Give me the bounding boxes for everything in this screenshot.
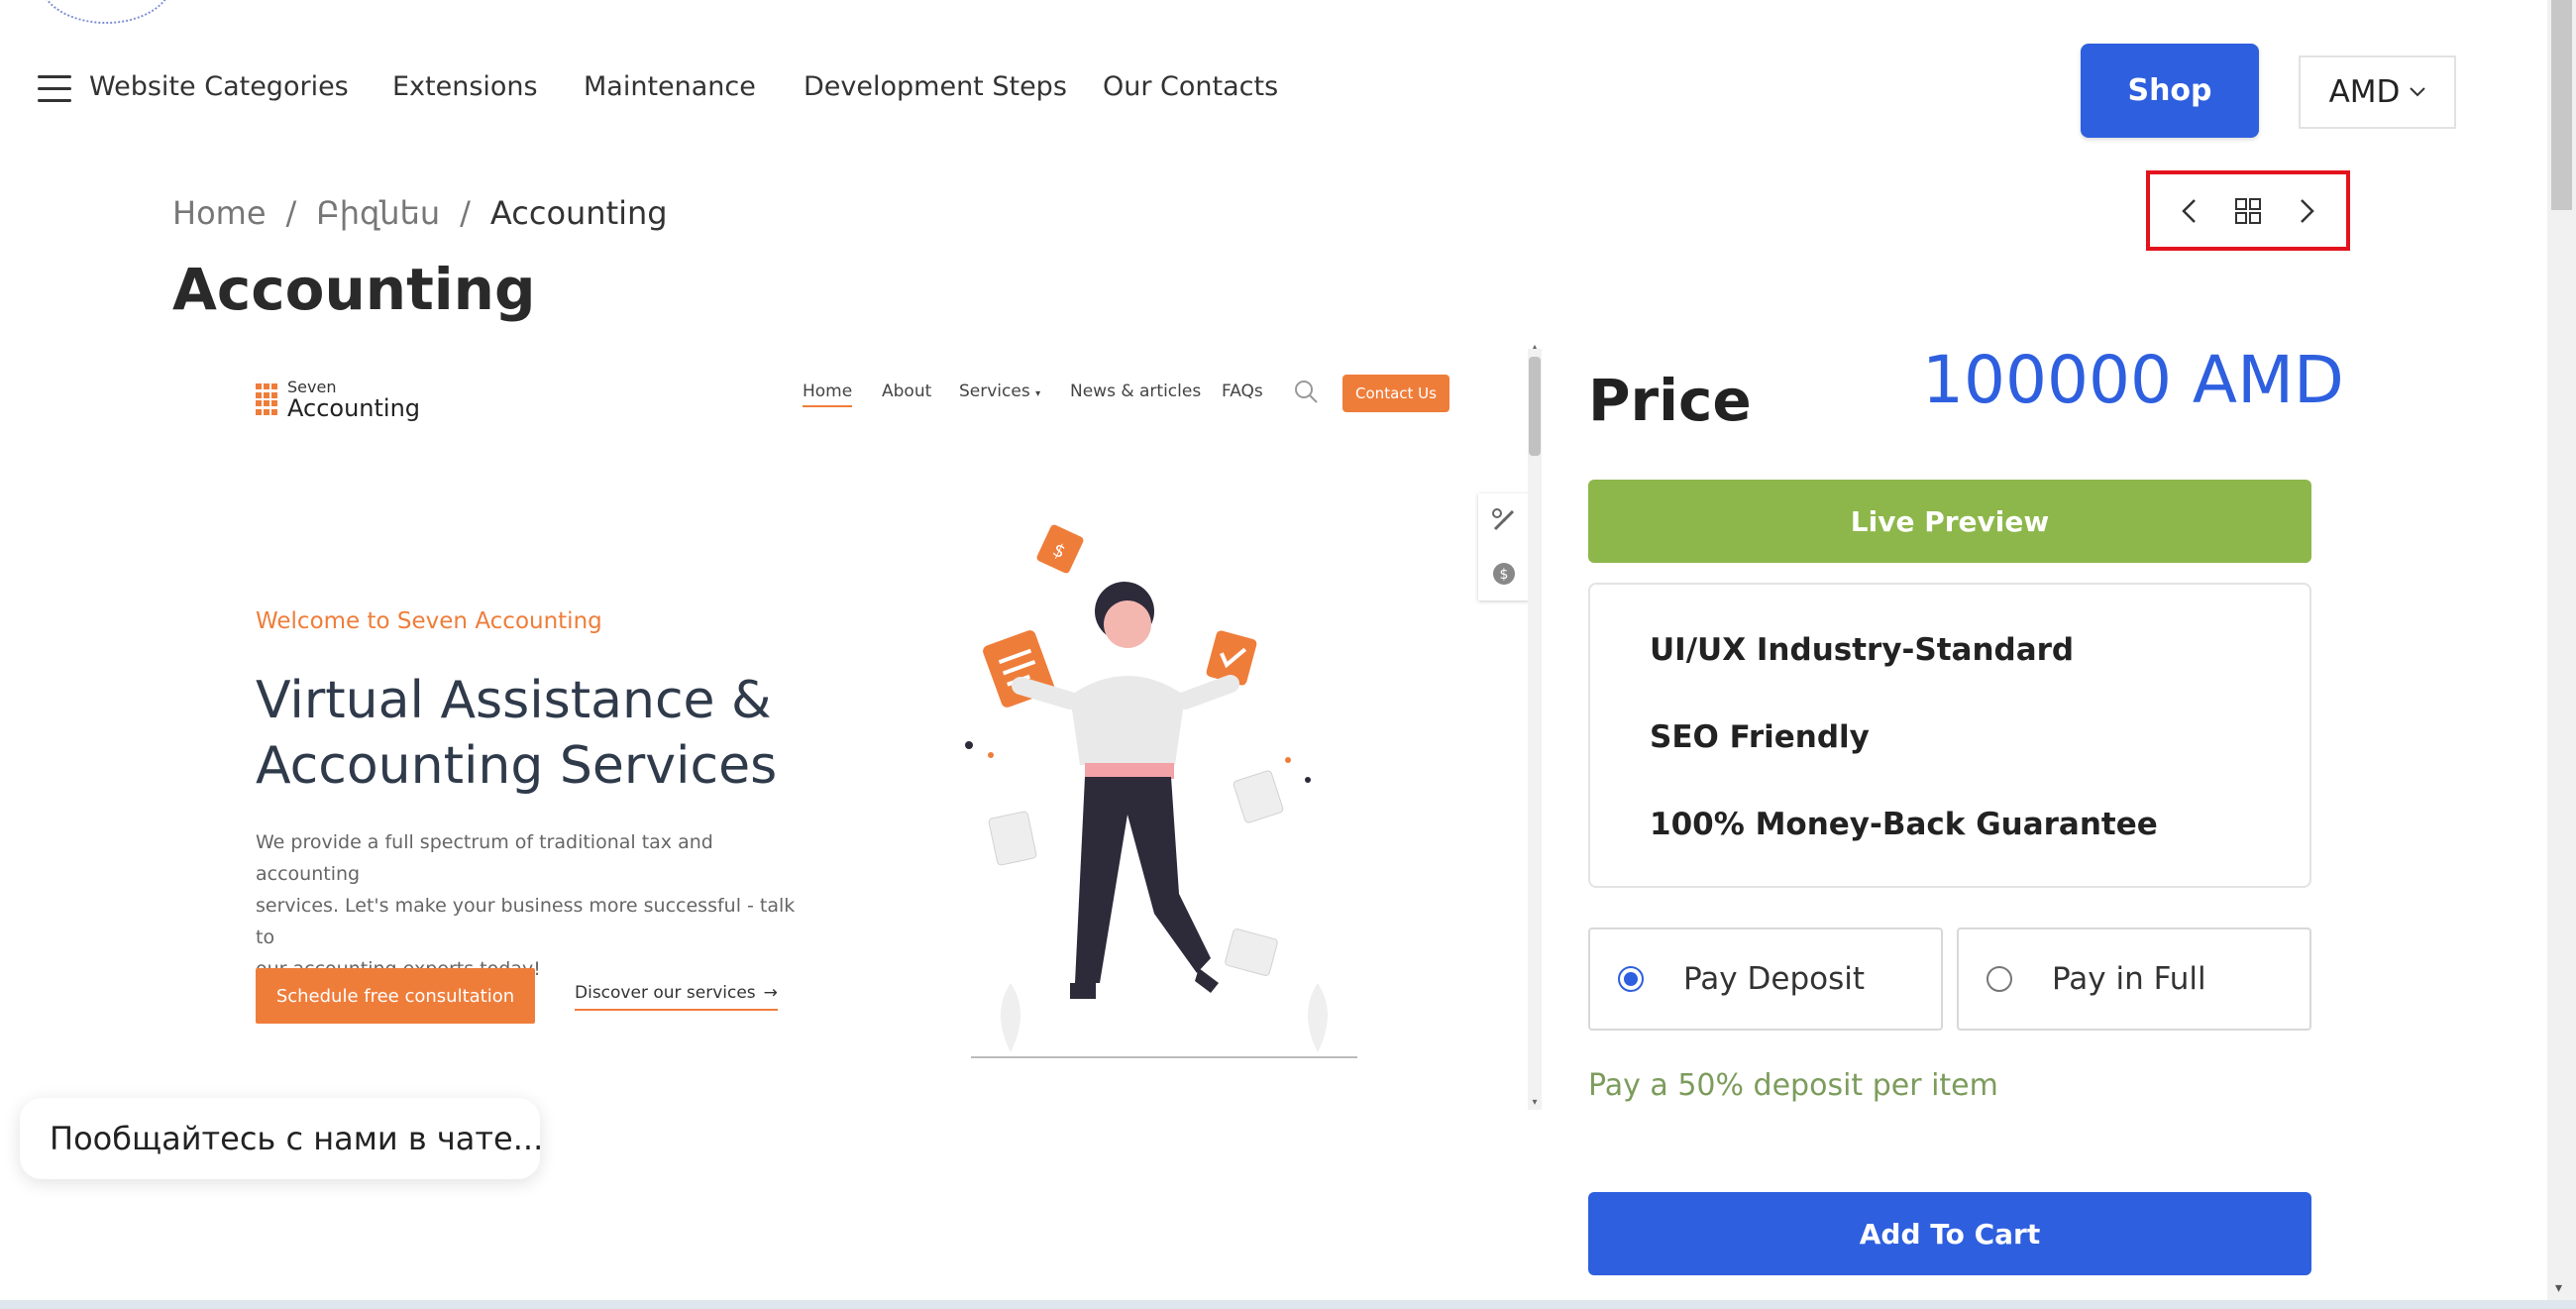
preview-nav-home[interactable]: Home bbox=[803, 382, 853, 407]
preview-nav-services-label: Services bbox=[959, 382, 1030, 401]
preview-logo-big: Accounting bbox=[287, 394, 421, 422]
chevron-left-icon bbox=[2182, 198, 2196, 223]
price-value: 100000 AMD bbox=[1922, 342, 2344, 418]
nav-our-contacts[interactable]: Our Contacts bbox=[1103, 71, 1278, 102]
currency-value: AMD bbox=[2328, 74, 2401, 110]
nav-website-categories[interactable]: Website Categories bbox=[89, 71, 349, 102]
template-preview-frame[interactable]: Seven Accounting Home About Services ▾ N… bbox=[218, 349, 1536, 1112]
preview-nav-about[interactable]: About bbox=[882, 382, 931, 401]
chat-widget[interactable]: Пообщайтесь с нами в чате... bbox=[20, 1098, 543, 1179]
search-icon[interactable] bbox=[1293, 379, 1319, 404]
menu-hamburger-icon[interactable] bbox=[38, 75, 71, 103]
preview-nav-services[interactable]: Services ▾ bbox=[959, 382, 1040, 401]
chevron-down-icon: ▾ bbox=[1035, 388, 1041, 399]
arrow-right-icon: → bbox=[763, 983, 778, 1003]
chevron-right-icon bbox=[2301, 198, 2314, 223]
breadcrumb-category[interactable]: Բիզնես bbox=[316, 194, 440, 232]
feature-item: 100% Money-Back Guarantee bbox=[1650, 807, 2158, 842]
prev-product-button[interactable] bbox=[2169, 191, 2208, 231]
nav-extensions[interactable]: Extensions bbox=[392, 71, 538, 102]
preview-hero-line: Accounting Services bbox=[256, 736, 778, 796]
preview-hero-heading: Virtual Assistance & Accounting Services bbox=[256, 668, 810, 799]
page-scrollbar[interactable]: ▾ bbox=[2547, 0, 2576, 1300]
currency-select[interactable]: AMD bbox=[2299, 55, 2456, 129]
site-logo[interactable] bbox=[40, 0, 172, 24]
preview-nav-faqs[interactable]: FAQs bbox=[1222, 382, 1263, 401]
preview-scrollbar-thumb[interactable] bbox=[1529, 357, 1541, 456]
preview-desc-line: We provide a full spectrum of traditiona… bbox=[256, 831, 713, 885]
preview-logo[interactable]: Seven Accounting bbox=[256, 379, 420, 420]
nav-development-steps[interactable]: Development Steps bbox=[804, 71, 1067, 102]
all-products-button[interactable] bbox=[2228, 191, 2268, 231]
preview-schedule-button[interactable]: Schedule free consultation bbox=[256, 968, 535, 1024]
grid-icon bbox=[2235, 197, 2261, 224]
pay-full-radio[interactable] bbox=[1986, 966, 2012, 992]
preview-hero-line: Virtual Assistance & bbox=[256, 671, 772, 730]
chevron-down-icon bbox=[2410, 87, 2426, 97]
wrench-icon[interactable] bbox=[1491, 507, 1517, 533]
price-label: Price bbox=[1588, 367, 1752, 434]
deposit-note: Pay a 50% deposit per item bbox=[1588, 1068, 1998, 1103]
breadcrumb-current: Accounting bbox=[489, 194, 668, 232]
dollar-coin-icon[interactable]: $ bbox=[1491, 561, 1517, 587]
page-title: Accounting bbox=[172, 256, 536, 323]
nav-maintenance[interactable]: Maintenance bbox=[584, 71, 756, 102]
pay-full-label: Pay in Full bbox=[2052, 961, 2206, 997]
breadcrumb-separator: / bbox=[285, 194, 297, 232]
pay-deposit-label: Pay Deposit bbox=[1683, 961, 1866, 997]
breadcrumb-home[interactable]: Home bbox=[172, 194, 267, 232]
add-to-cart-button[interactable]: Add To Cart bbox=[1588, 1192, 2311, 1275]
bottom-edge bbox=[0, 1300, 2576, 1309]
feature-item: UI/UX Industry-Standard bbox=[1650, 632, 2075, 668]
preview-welcome: Welcome to Seven Accounting bbox=[256, 608, 602, 634]
preview-discover-link[interactable]: Discover our services → bbox=[575, 983, 778, 1011]
next-product-button[interactable] bbox=[2288, 191, 2327, 231]
shop-button[interactable]: Shop bbox=[2081, 44, 2259, 138]
pay-full-option[interactable]: Pay in Full bbox=[1957, 927, 2311, 1031]
product-pager bbox=[2146, 170, 2350, 251]
breadcrumb: Home / Բիզնես / Accounting bbox=[172, 194, 668, 232]
preview-tools-panel: $ bbox=[1478, 493, 1530, 600]
preview-contact-button[interactable]: Contact Us bbox=[1342, 375, 1449, 412]
calculator-logo-icon bbox=[256, 383, 277, 415]
svg-text:$: $ bbox=[1500, 567, 1509, 583]
page-scrollbar-thumb[interactable] bbox=[2551, 0, 2572, 210]
preview-discover-label: Discover our services bbox=[575, 983, 756, 1003]
preview-nav-news[interactable]: News & articles bbox=[1070, 382, 1201, 401]
pay-deposit-radio[interactable] bbox=[1618, 966, 1644, 992]
preview-scrollbar[interactable] bbox=[1528, 349, 1542, 1110]
features-box: UI/UX Industry-Standard SEO Friendly 100… bbox=[1588, 583, 2311, 888]
pay-deposit-option[interactable]: Pay Deposit bbox=[1588, 927, 1943, 1031]
preview-desc-line: services. Let's make your business more … bbox=[256, 895, 796, 948]
feature-item: SEO Friendly bbox=[1650, 719, 1870, 755]
preview-scroll-down-icon[interactable]: ▾ bbox=[1528, 1098, 1542, 1108]
scroll-down-arrow-icon[interactable]: ▾ bbox=[2555, 1280, 2562, 1296]
live-preview-button[interactable]: Live Preview bbox=[1588, 480, 2311, 563]
breadcrumb-separator: / bbox=[460, 194, 471, 232]
hero-illustration: $ bbox=[965, 524, 1357, 1058]
preview-description: We provide a full spectrum of traditiona… bbox=[256, 826, 810, 985]
